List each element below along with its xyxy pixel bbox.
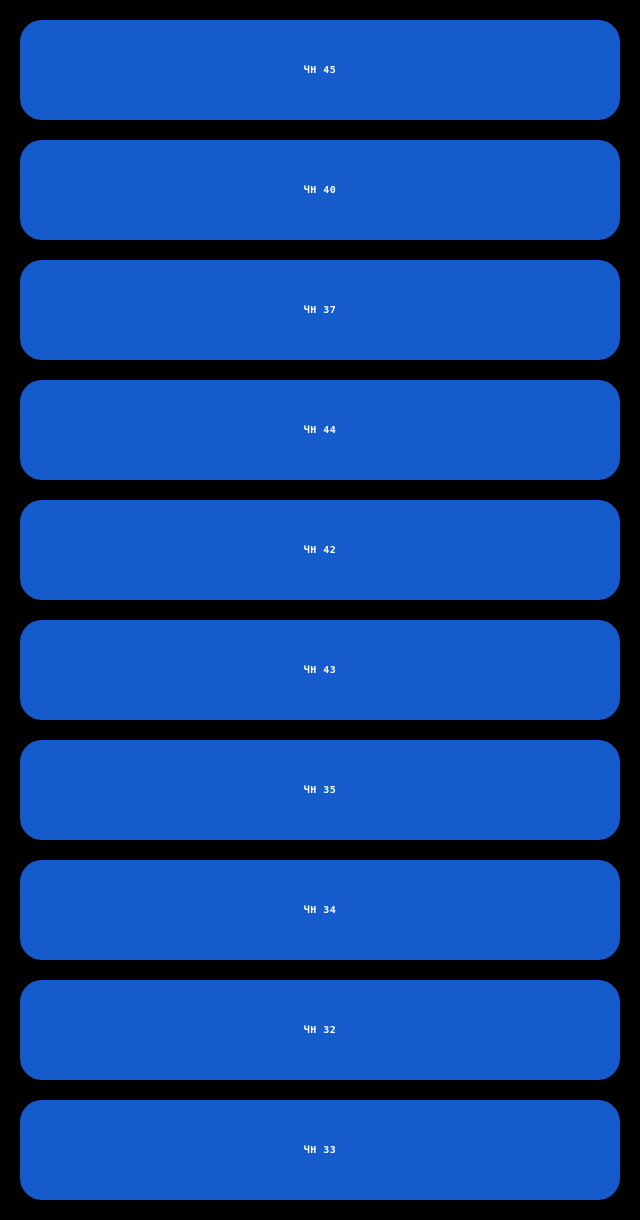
tile-list: ЧН 45 ЧН 40 ЧН 37 ЧН 44 ЧН 42 ЧН 43 ЧН 3… <box>20 20 620 1200</box>
tile-label: ЧН 45 <box>303 64 337 76</box>
tile-button[interactable]: ЧН 40 <box>20 140 620 240</box>
tile-label: ЧН 34 <box>303 904 337 916</box>
tile-label: ЧН 43 <box>303 664 337 676</box>
tile-button[interactable]: ЧН 33 <box>20 1100 620 1200</box>
tile-button[interactable]: ЧН 32 <box>20 980 620 1080</box>
tile-button[interactable]: ЧН 45 <box>20 20 620 120</box>
tile-button[interactable]: ЧН 35 <box>20 740 620 840</box>
tile-label: ЧН 37 <box>303 304 337 316</box>
tile-label: ЧН 32 <box>303 1024 337 1036</box>
tile-button[interactable]: ЧН 42 <box>20 500 620 600</box>
tile-button[interactable]: ЧН 44 <box>20 380 620 480</box>
tile-label: ЧН 44 <box>303 424 337 436</box>
tile-label: ЧН 42 <box>303 544 337 556</box>
tile-button[interactable]: ЧН 34 <box>20 860 620 960</box>
tile-label: ЧН 33 <box>303 1144 337 1156</box>
tile-button[interactable]: ЧН 37 <box>20 260 620 360</box>
tile-label: ЧН 40 <box>303 184 337 196</box>
tile-button[interactable]: ЧН 43 <box>20 620 620 720</box>
tile-label: ЧН 35 <box>303 784 337 796</box>
